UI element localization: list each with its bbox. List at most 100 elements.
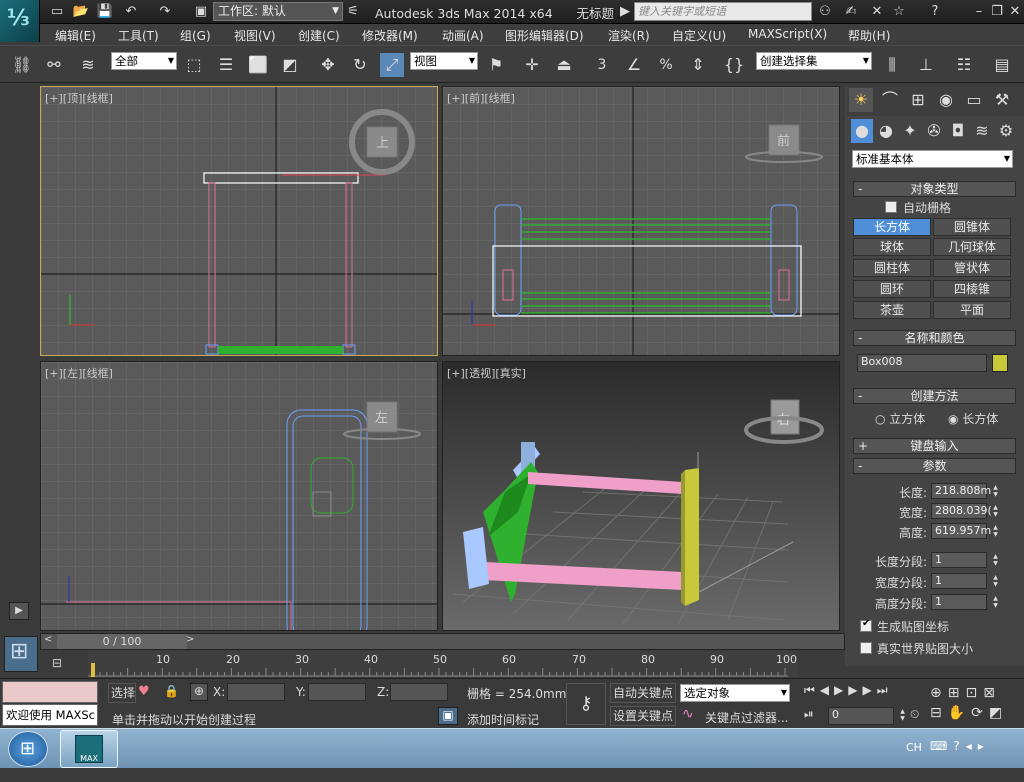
keyboard-shortcut-override-icon[interactable]: ⏏	[552, 53, 576, 77]
object-type-rollout[interactable]: - 对象类型	[853, 181, 1016, 197]
viewport-navigation-controls[interactable]: ⊕⊞⊡⊠ ⊟✋⟳◩	[930, 683, 1022, 725]
width-spinner[interactable]: 2808.039(	[931, 503, 1000, 519]
project-folder-icon[interactable]: ▣	[192, 3, 210, 21]
quick-access-menu-icon[interactable]: ⚟	[344, 3, 362, 21]
object-box-button[interactable]: 长方体	[853, 218, 931, 236]
menu-animation[interactable]: 动画(A)	[442, 27, 484, 44]
system-tray-icons[interactable]: ⌨?◂▸	[930, 739, 1010, 757]
search-input[interactable]: 键入关键字或短语	[634, 2, 812, 21]
mirror-icon[interactable]: ⫼	[880, 53, 904, 77]
graphite-toolbar-icon[interactable]: ▤	[990, 53, 1014, 77]
object-geosphere-button[interactable]: 几何球体	[933, 238, 1011, 256]
help-icon[interactable]: ?	[926, 3, 944, 21]
viewport-perspective[interactable]: 右 [+][透视][真实]	[442, 361, 840, 631]
reference-coord-dropdown[interactable]: 视图	[410, 52, 478, 70]
motion-tab-icon[interactable]: ◉	[934, 88, 958, 112]
maxscript-mini-listener[interactable]: 欢迎使用 MAXSc	[2, 704, 98, 726]
restore-icon[interactable]: ❐	[988, 3, 1006, 21]
height-segs-spinner[interactable]: 1	[931, 594, 1000, 610]
utilities-tab-icon[interactable]: ⚒	[990, 88, 1014, 112]
time-config-icon[interactable]: ⏲	[910, 707, 930, 725]
select-manipulate-icon[interactable]: ✛	[520, 53, 544, 77]
add-time-tag[interactable]: 添加时间标记	[467, 711, 539, 728]
unlink-icon[interactable]: ⚯	[42, 53, 66, 77]
exchange-icon[interactable]: ✕	[868, 3, 886, 21]
cube-radio[interactable]: ○ 立方体	[875, 410, 925, 427]
current-frame-input[interactable]: 0	[828, 707, 907, 725]
named-selection-dropdown[interactable]: 创建选择集	[756, 52, 872, 70]
viewport-layout-icon[interactable]: ⊞	[4, 636, 38, 672]
rect-selection-region-icon[interactable]: ⬜	[246, 53, 270, 77]
viewport-top[interactable]: 上 [+][顶][线框]	[40, 86, 438, 356]
new-file-icon[interactable]: ▭	[48, 3, 66, 21]
set-key-button[interactable]: 设置关键点	[610, 706, 676, 726]
viewport-left[interactable]: 左 [+][左][线框]	[40, 361, 438, 631]
language-indicator[interactable]: CH	[906, 741, 922, 754]
object-color-swatch[interactable]	[992, 354, 1008, 372]
viewport-front[interactable]: 前 [+][前][线框]	[442, 86, 840, 356]
link-icon[interactable]: ⛓	[10, 53, 34, 77]
height-spinner[interactable]: 619.957m	[931, 523, 1000, 539]
menu-views[interactable]: 视图(V)	[234, 27, 276, 44]
parameters-rollout[interactable]: - 参数	[853, 458, 1016, 474]
curve-editor-icon[interactable]: ⊟	[52, 656, 72, 674]
track-bar[interactable]: 10 20 30 40 50 60 70 80 90 100	[88, 651, 798, 677]
bind-space-warp-icon[interactable]: ≋	[76, 53, 100, 77]
menu-help[interactable]: 帮助(H)	[848, 27, 890, 44]
length-segs-spinner[interactable]: 1	[931, 552, 1000, 568]
viewport-top-label[interactable]: [+][顶][线框]	[45, 90, 113, 106]
box-radio[interactable]: ◉ 长方体	[948, 410, 998, 427]
object-teapot-button[interactable]: 茶壶	[853, 301, 931, 319]
name-color-rollout[interactable]: - 名称和颜色	[853, 330, 1016, 346]
select-object-icon[interactable]: ⬚	[182, 53, 206, 77]
menu-modifiers[interactable]: 修改器(M)	[362, 27, 418, 44]
menu-graph-editors[interactable]: 图形编辑器(D)	[505, 27, 584, 44]
angle-snap-icon[interactable]: ∠	[622, 53, 646, 77]
curve-icon[interactable]: ∿	[682, 706, 700, 724]
display-tab-icon[interactable]: ▭	[962, 88, 986, 112]
scale-icon[interactable]: ⤢	[380, 53, 404, 77]
maxscript-listener-top[interactable]	[2, 681, 98, 703]
auto-key-button[interactable]: 自动关键点	[610, 683, 676, 703]
cameras-icon[interactable]: ✇	[923, 119, 945, 143]
object-plane-button[interactable]: 平面	[933, 301, 1011, 319]
selection-filter-dropdown[interactable]: 全部	[111, 52, 177, 70]
move-icon[interactable]: ✥	[316, 53, 340, 77]
primitive-category-dropdown[interactable]: 标准基本体	[852, 150, 1013, 168]
key-mode-toggle-icon[interactable]: ⏯	[804, 707, 824, 725]
viewport-front-label[interactable]: [+][前][线框]	[447, 90, 515, 106]
search-expand-icon[interactable]: ▶	[616, 3, 634, 21]
menu-group[interactable]: 组(G)	[180, 27, 211, 44]
object-cylinder-button[interactable]: 圆柱体	[853, 259, 931, 277]
object-name-input[interactable]: Box008	[857, 354, 1000, 372]
helpers-icon[interactable]: ◘	[947, 119, 969, 143]
object-pyramid-button[interactable]: 四棱锥	[933, 280, 1011, 298]
undo-icon[interactable]: ↶	[122, 3, 140, 21]
time-tag-icon[interactable]: ▣	[438, 707, 458, 725]
isolate-bulb-icon[interactable]: ♥	[138, 684, 154, 700]
menu-create[interactable]: 创建(C)	[298, 27, 340, 44]
y-coord-input[interactable]	[308, 683, 366, 701]
object-torus-button[interactable]: 圆环	[853, 280, 931, 298]
modify-tab-icon[interactable]: ⌒	[878, 88, 902, 112]
workspace-dropdown[interactable]: 工作区: 默认	[213, 2, 343, 21]
hierarchy-tab-icon[interactable]: ⊞	[906, 88, 930, 112]
start-button[interactable]: ⊞	[8, 731, 48, 767]
rotate-icon[interactable]: ↻	[348, 53, 372, 77]
key-filters-button[interactable]: 关键点过滤器...	[705, 709, 788, 726]
menu-customize[interactable]: 自定义(U)	[672, 27, 726, 44]
object-cone-button[interactable]: 圆锥体	[933, 218, 1011, 236]
absolute-mode-icon[interactable]: ⊕	[190, 683, 208, 701]
geometry-icon[interactable]: ●	[851, 119, 873, 143]
real-world-map-checkbox[interactable]	[860, 642, 872, 654]
time-next-icon[interactable]: >	[186, 634, 194, 645]
z-coord-input[interactable]	[390, 683, 448, 701]
viewport-persp-label[interactable]: [+][透视][真实]	[447, 365, 526, 381]
taskbar-3dsmax[interactable]: MAX	[60, 730, 118, 768]
layer-manager-icon[interactable]: ☷	[952, 53, 976, 77]
object-tube-button[interactable]: 管状体	[933, 259, 1011, 277]
space-warps-icon[interactable]: ≋	[971, 119, 993, 143]
key-mode-dropdown[interactable]: 选定对象	[680, 684, 790, 702]
gen-map-coords-checkbox[interactable]	[860, 618, 872, 632]
binoculars-icon[interactable]: ⚇	[816, 3, 834, 21]
